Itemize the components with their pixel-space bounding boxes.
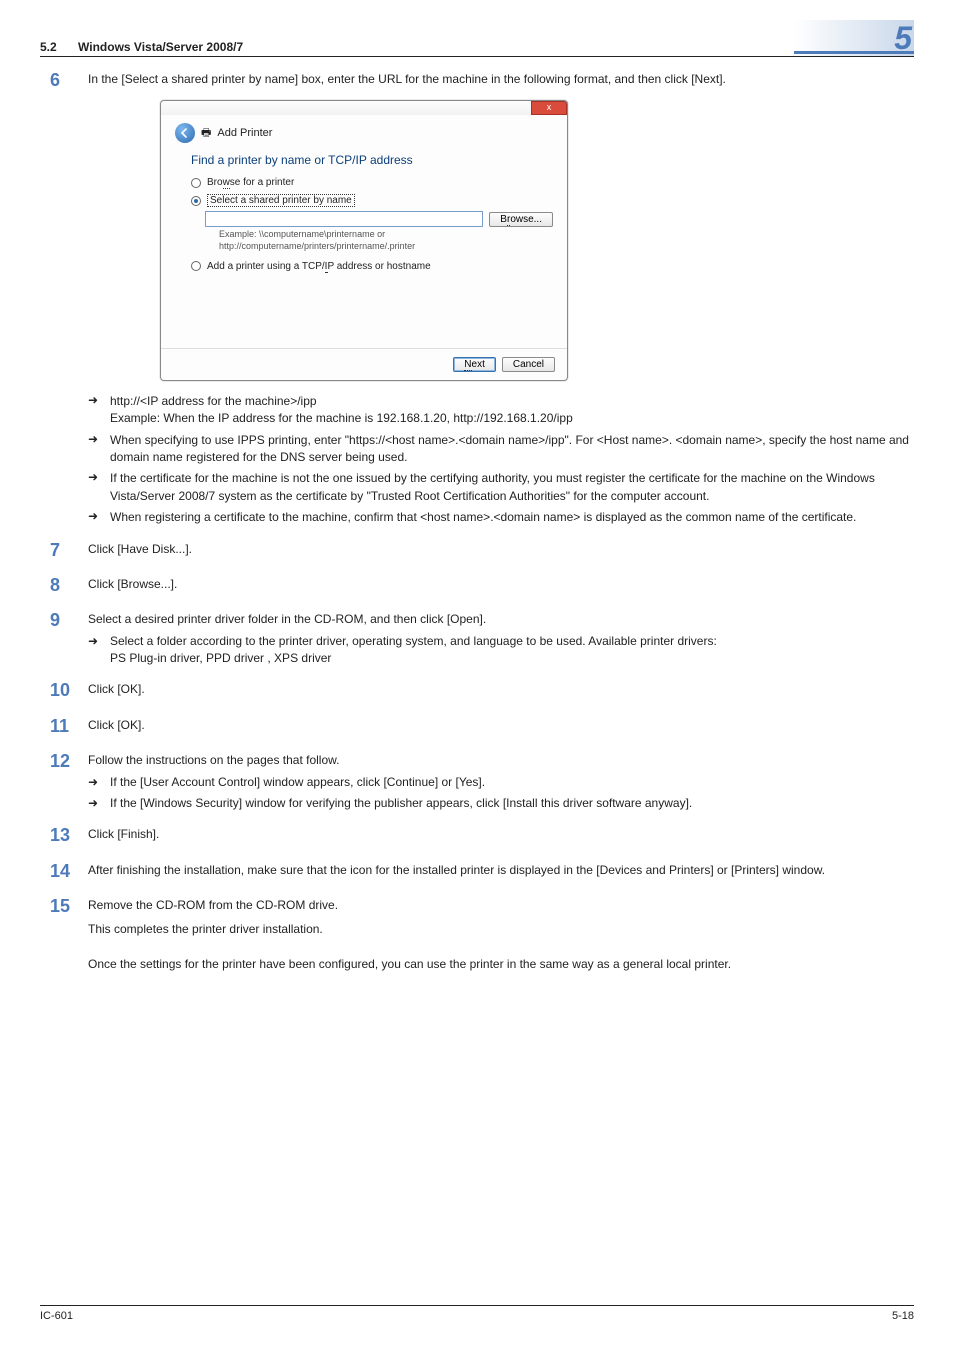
radio-label: Add a printer using a TCP/IP address or … bbox=[207, 261, 431, 272]
bullet-text: If the [Windows Security] window for ver… bbox=[110, 795, 914, 812]
next-button[interactable]: Next bbox=[453, 357, 496, 372]
closing-paragraph: Once the settings for the printer have b… bbox=[88, 956, 914, 973]
step-7: 7 Click [Have Disk...]. bbox=[40, 541, 914, 562]
step-9: 9 Select a desired printer driver folder… bbox=[40, 611, 914, 667]
arrow-icon: ➜ bbox=[88, 795, 110, 812]
list-item: ➜ If the [User Account Control] window a… bbox=[88, 774, 914, 791]
step-text: Click [OK]. bbox=[88, 717, 914, 734]
header-left: 5.2 Windows Vista/Server 2008/7 bbox=[40, 40, 243, 54]
radio-tcpip-printer[interactable]: Add a printer using a TCP/IP address or … bbox=[191, 261, 553, 272]
radio-icon bbox=[191, 178, 201, 188]
radio-browse-printer[interactable]: Browse for a printer bbox=[191, 177, 553, 188]
step-intro: In the [Select a shared printer by name]… bbox=[88, 71, 914, 88]
radio-label: Browse for a printer bbox=[207, 177, 294, 188]
step-number: 11 bbox=[40, 717, 88, 738]
bullet-text: When registering a certificate to the ma… bbox=[110, 509, 914, 526]
bullet-text: When specifying to use IPPS printing, en… bbox=[110, 432, 914, 467]
list-item: ➜ If the certificate for the machine is … bbox=[88, 470, 914, 505]
bullet-text: If the [User Account Control] window app… bbox=[110, 774, 914, 791]
step-text: After finishing the installation, make s… bbox=[88, 862, 914, 879]
section-number: 5.2 bbox=[40, 40, 57, 54]
step-number: 6 bbox=[40, 71, 88, 92]
arrow-icon: ➜ bbox=[88, 470, 110, 505]
step-text: Select a desired printer driver folder i… bbox=[88, 611, 914, 628]
step-text: Click [Have Disk...]. bbox=[88, 541, 914, 558]
example-text-1: Example: \\computername\printername or bbox=[219, 229, 553, 241]
step-12: 12 Follow the instructions on the pages … bbox=[40, 752, 914, 812]
step-14: 14 After finishing the installation, mak… bbox=[40, 862, 914, 883]
step-13: 13 Click [Finish]. bbox=[40, 826, 914, 847]
bullet-sub: PS Plug-in driver, PPD driver , XPS driv… bbox=[110, 651, 331, 665]
step-number: 14 bbox=[40, 862, 88, 883]
footer-right: 5-18 bbox=[892, 1310, 914, 1322]
page-footer: IC-601 5-18 bbox=[40, 1305, 914, 1322]
list-item: ➜ http://<IP address for the machine>/ip… bbox=[88, 393, 914, 428]
step-text: Follow the instructions on the pages tha… bbox=[88, 752, 914, 769]
step-10: 10 Click [OK]. bbox=[40, 681, 914, 702]
arrow-icon: ➜ bbox=[88, 633, 110, 668]
step-text: Click [Browse...]. bbox=[88, 576, 914, 593]
bullet-text: If the certificate for the machine is no… bbox=[110, 470, 914, 505]
step-text: Remove the CD-ROM from the CD-ROM drive. bbox=[88, 897, 914, 914]
list-item: ➜ When registering a certificate to the … bbox=[88, 509, 914, 526]
radio-icon bbox=[191, 196, 201, 206]
close-button[interactable]: x bbox=[531, 101, 567, 115]
arrow-icon: ➜ bbox=[88, 432, 110, 467]
step-number: 12 bbox=[40, 752, 88, 812]
arrow-icon: ➜ bbox=[88, 774, 110, 791]
step-11: 11 Click [OK]. bbox=[40, 717, 914, 738]
list-item: ➜ If the [Windows Security] window for v… bbox=[88, 795, 914, 812]
arrow-icon: ➜ bbox=[88, 393, 110, 428]
list-item: ➜ When specifying to use IPPS printing, … bbox=[88, 432, 914, 467]
example-text-2: http://computername/printers/printername… bbox=[219, 241, 553, 253]
step-15: 15 Remove the CD-ROM from the CD-ROM dri… bbox=[40, 897, 914, 942]
section-title: Windows Vista/Server 2008/7 bbox=[78, 40, 243, 54]
step-sub: This completes the printer driver instal… bbox=[88, 921, 914, 938]
bullet-text: http://<IP address for the machine>/ipp bbox=[110, 394, 317, 408]
step-6: 6 In the [Select a shared printer by nam… bbox=[40, 71, 914, 92]
step-text: Click [Finish]. bbox=[88, 826, 914, 843]
step-number: 8 bbox=[40, 576, 88, 597]
footer-left: IC-601 bbox=[40, 1310, 73, 1322]
radio-label: Select a shared printer by name bbox=[207, 194, 355, 207]
arrow-left-icon bbox=[179, 127, 191, 139]
browse-button[interactable]: Browse... bbox=[489, 212, 553, 227]
step-number: 13 bbox=[40, 826, 88, 847]
add-printer-dialog: x 🖶 Add Printer Find a printer by name o… bbox=[160, 100, 914, 380]
cancel-button[interactable]: Cancel bbox=[502, 357, 555, 372]
step-text: Click [OK]. bbox=[88, 681, 914, 698]
step-number: 15 bbox=[40, 897, 88, 942]
back-button[interactable] bbox=[175, 123, 195, 143]
step-8: 8 Click [Browse...]. bbox=[40, 576, 914, 597]
printer-icon: 🖶 bbox=[201, 124, 211, 143]
arrow-icon: ➜ bbox=[88, 509, 110, 526]
radio-icon bbox=[191, 261, 201, 271]
list-item: ➜ Select a folder according to the print… bbox=[88, 633, 914, 668]
page-header: 5.2 Windows Vista/Server 2008/7 5 bbox=[40, 20, 914, 57]
dialog-heading: Find a printer by name or TCP/IP address bbox=[191, 153, 553, 167]
step-number: 7 bbox=[40, 541, 88, 562]
step-number: 9 bbox=[40, 611, 88, 667]
shared-printer-url-input[interactable] bbox=[205, 211, 483, 227]
dialog-title: Add Printer bbox=[217, 127, 272, 139]
bullet-text: Select a folder according to the printer… bbox=[110, 634, 717, 648]
step-number: 10 bbox=[40, 681, 88, 702]
chapter-number: 5 bbox=[794, 20, 914, 56]
radio-select-shared-printer[interactable]: Select a shared printer by name bbox=[191, 194, 553, 207]
bullet-sub: Example: When the IP address for the mac… bbox=[110, 411, 573, 425]
